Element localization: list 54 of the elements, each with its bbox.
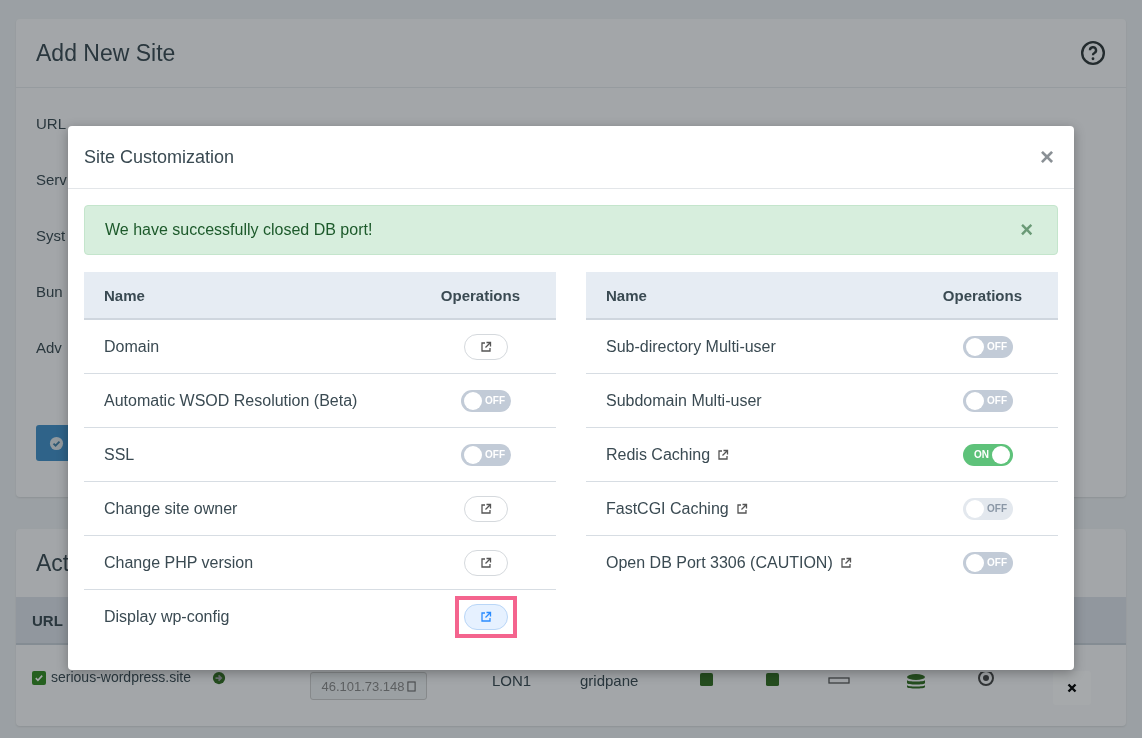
external-link-icon: [480, 502, 492, 515]
site-link[interactable]: serious-wordpress.site: [51, 669, 192, 685]
setting-name: Domain: [104, 337, 160, 356]
external-link-icon: [480, 610, 492, 623]
table-cell: gridpane: [580, 672, 639, 689]
copy-icon[interactable]: [406, 680, 416, 692]
toggle-switch[interactable]: ON: [963, 443, 1013, 466]
toggle-switch[interactable]: OFF: [461, 389, 511, 412]
external-link-icon: [480, 340, 492, 353]
setting-name: SSL: [104, 445, 135, 464]
column-header: Operations: [440, 286, 520, 304]
setting-name: Subdomain Multi-user: [606, 391, 762, 410]
column-header: URL: [32, 611, 63, 629]
table-cell: LON1: [492, 672, 532, 689]
setting-name: Change PHP version: [104, 553, 254, 572]
open-button[interactable]: [464, 603, 508, 630]
external-link-icon[interactable]: [839, 556, 852, 569]
form-label: Adv: [36, 338, 62, 358]
external-link-icon: [480, 556, 492, 569]
close-button[interactable]: ×: [1016, 219, 1037, 241]
setting-name: Change site owner: [104, 499, 238, 518]
open-button[interactable]: [464, 333, 508, 360]
close-button[interactable]: ×: [1036, 145, 1058, 169]
form-label: Bun: [36, 282, 63, 302]
form-label: Serv: [36, 170, 67, 190]
toggle-switch[interactable]: OFF: [963, 551, 1013, 574]
open-button[interactable]: [464, 549, 508, 576]
setting-name: FastCGI Caching: [606, 499, 729, 518]
help-icon[interactable]: [1080, 40, 1106, 66]
setting-name: Display wp-config: [104, 607, 230, 626]
setting-name: Sub-directory Multi-user: [606, 337, 776, 356]
dialog-title: Site Customization: [84, 146, 235, 168]
setting-name: Automatic WSOD Resolution (Beta): [104, 391, 358, 410]
setting-name: Redis Caching: [606, 445, 711, 464]
database-icon: [906, 673, 926, 689]
column-header: Name: [606, 286, 647, 304]
toggle-switch[interactable]: OFF: [963, 389, 1013, 412]
ip-field[interactable]: 46.101.73.148: [310, 672, 427, 700]
form-label: Syst: [36, 226, 66, 246]
column-header: Operations: [942, 286, 1022, 304]
section-title: Act: [36, 549, 70, 577]
check-circle-icon: [48, 435, 64, 451]
page-title: Add New Site: [36, 39, 176, 67]
external-link-icon[interactable]: [717, 448, 730, 461]
setting-name: Open DB Port 3306 (CAUTION): [606, 553, 833, 572]
toggle-switch[interactable]: OFF: [963, 335, 1013, 358]
alert-message: We have successfully closed DB port!: [105, 221, 373, 239]
open-button[interactable]: [464, 495, 508, 522]
form-label: URL: [36, 114, 66, 134]
close-icon: [1067, 683, 1077, 693]
column-header: Name: [104, 286, 145, 304]
arrow-circle-icon[interactable]: [212, 671, 226, 685]
toggle-switch[interactable]: OFF: [461, 443, 511, 466]
server-icon: [828, 675, 850, 685]
